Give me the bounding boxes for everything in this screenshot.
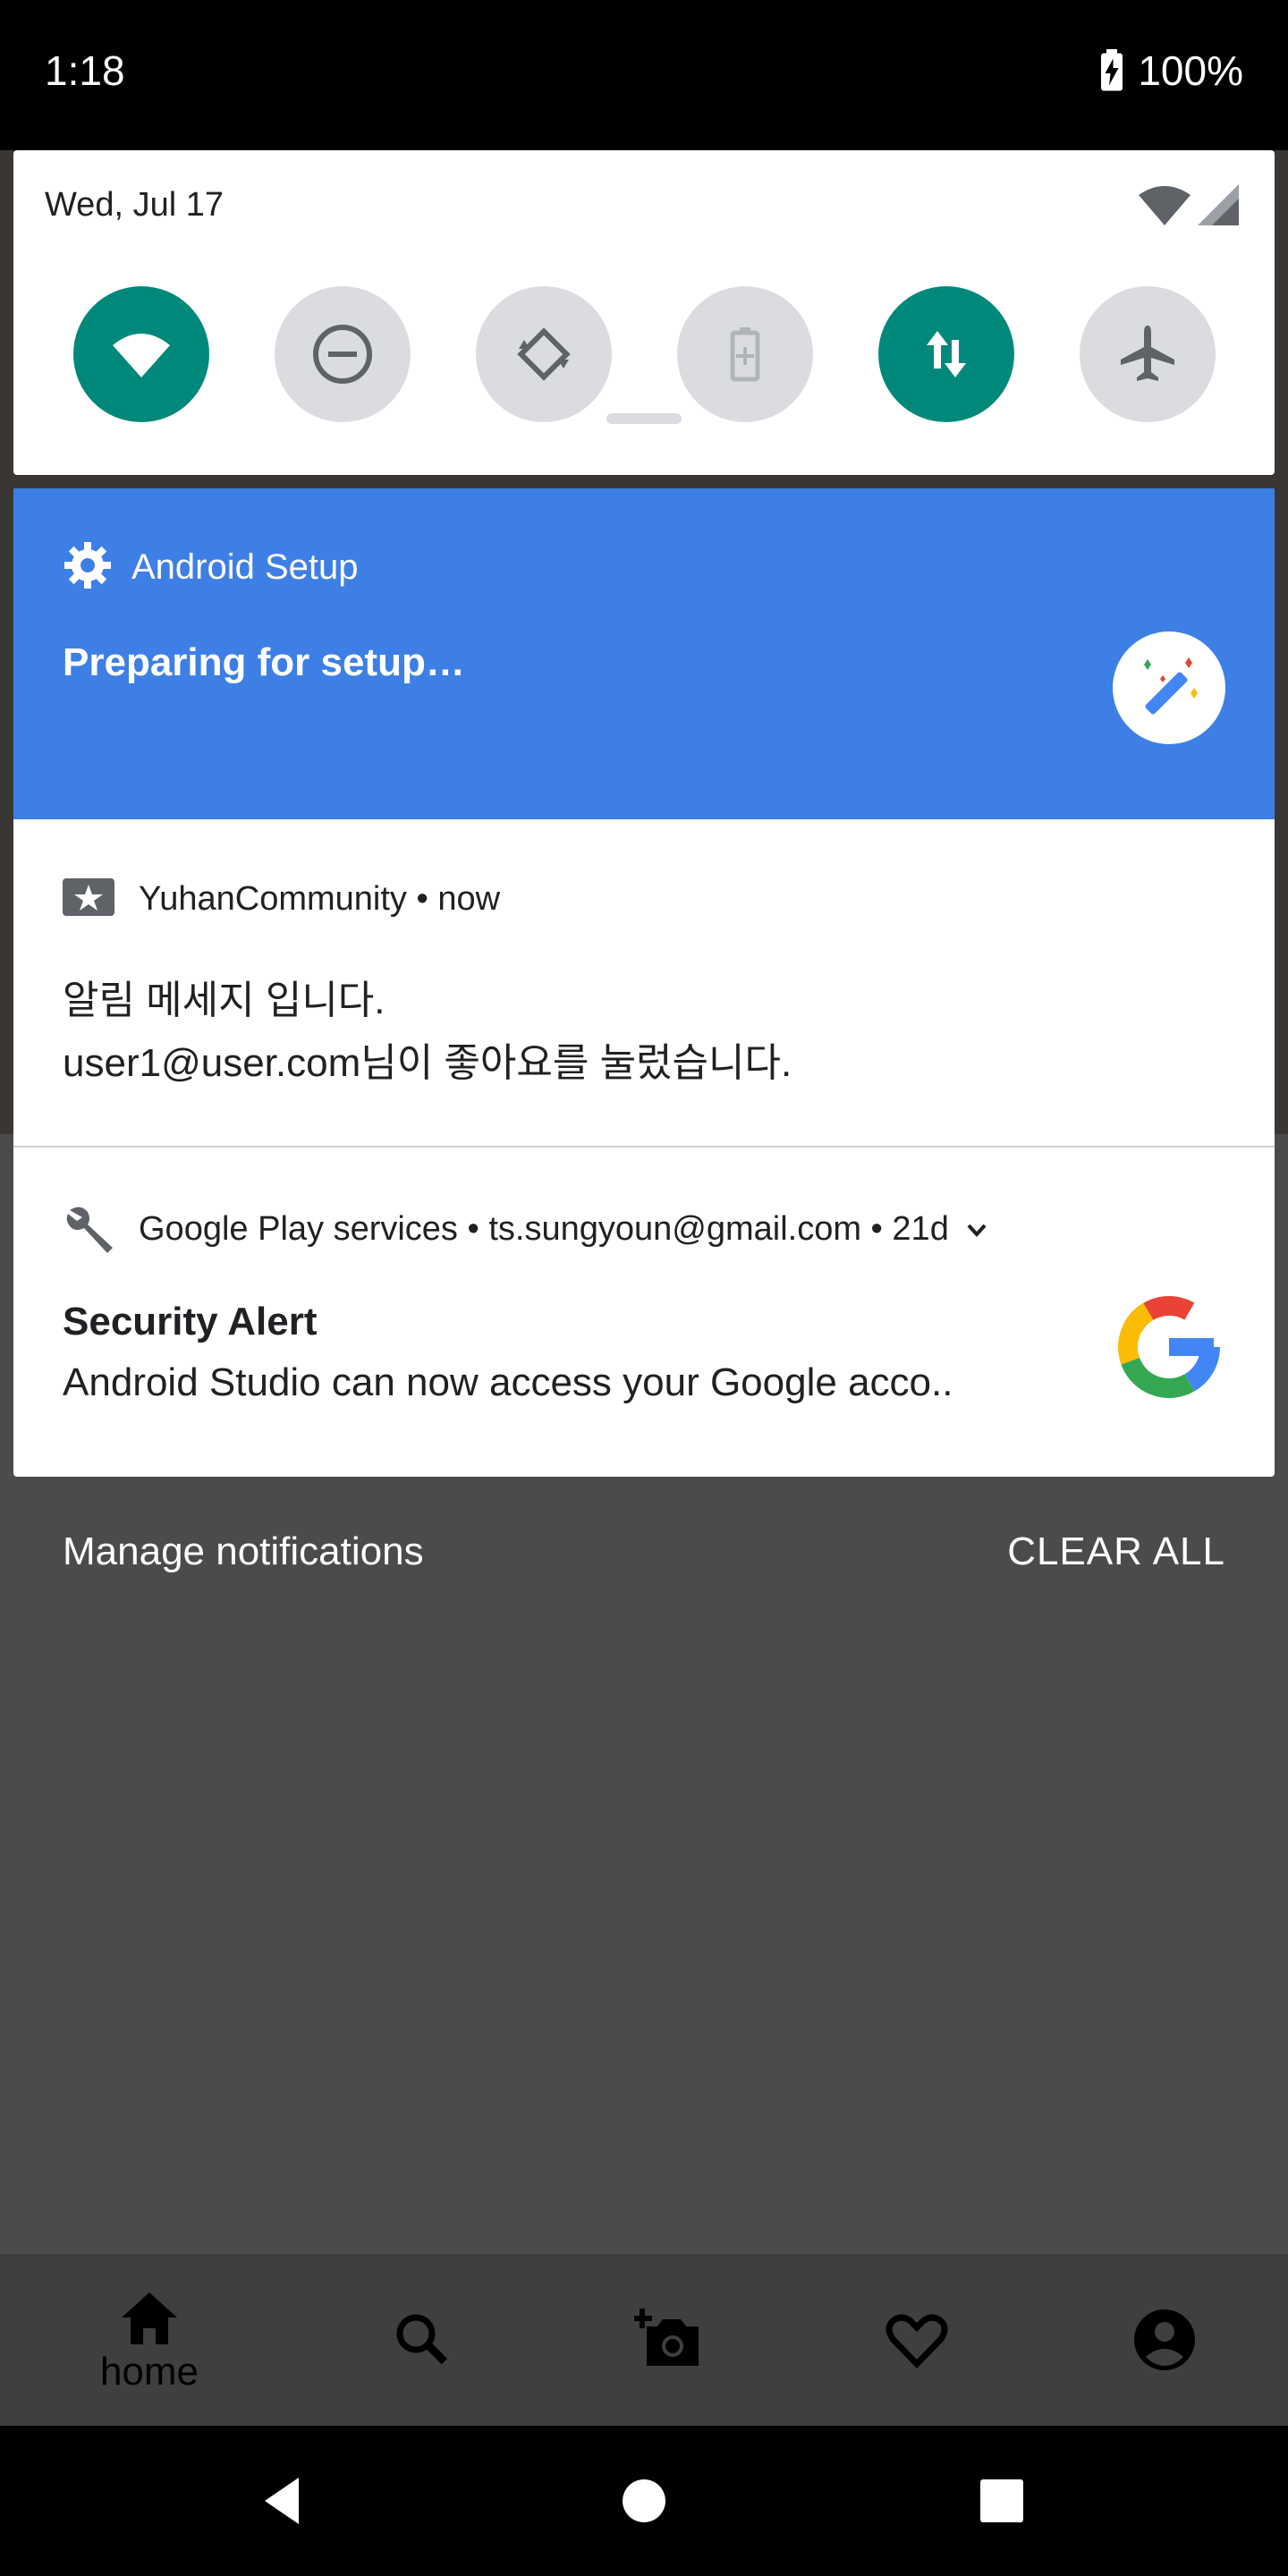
system-recents-button[interactable] <box>964 2463 1039 2538</box>
battery-status: 100% <box>1098 47 1243 95</box>
qs-drag-handle[interactable] <box>606 413 682 424</box>
clear-all-button[interactable]: CLEAR ALL <box>1007 1530 1225 1574</box>
notification-line2: user1@user.com님이 좋아요를 눌렀습니다. <box>63 1041 792 1085</box>
nav-home-label: home <box>99 2350 199 2394</box>
google-logo-icon <box>1118 1296 1220 1398</box>
notification-header-text: Google Play services • ts.sungyoun@gmail… <box>139 1210 949 1248</box>
search-icon <box>396 2314 448 2365</box>
mobile-data-icon <box>927 331 966 377</box>
airplane-mode-icon <box>1121 326 1174 381</box>
tile-battery-saver[interactable] <box>677 286 813 422</box>
status-bar: 1:18 100% <box>0 0 1288 150</box>
nav-add-photo[interactable] <box>580 2254 758 2426</box>
notification-header: Google Play services • ts.sungyoun@gmail… <box>139 1210 990 1249</box>
tile-do-not-disturb[interactable] <box>275 286 411 422</box>
account-icon <box>1134 2309 1195 2370</box>
notification-android-setup[interactable]: Android Setup Preparing for setup… <box>13 488 1275 819</box>
do-not-disturb-icon <box>313 325 372 384</box>
notification-yuhan[interactable]: YuhanCommunity • now 알림 메세지 입니다. user1@u… <box>13 819 1275 1148</box>
home-circle-icon <box>623 2479 665 2522</box>
status-time: 1:18 <box>45 47 125 94</box>
tile-airplane-mode[interactable] <box>1080 286 1216 422</box>
notification-google-play-services[interactable]: Google Play services • ts.sungyoun@gmail… <box>13 1148 1275 1477</box>
wifi-icon <box>113 334 170 377</box>
battery-charging-icon <box>1101 49 1123 91</box>
setup-wand-avatar <box>1113 631 1225 744</box>
magic-wand-icon <box>1144 657 1198 715</box>
qs-tiles <box>13 286 1275 422</box>
nav-home[interactable]: home <box>60 2254 239 2426</box>
manage-notifications-button[interactable]: Manage notifications <box>63 1530 424 1574</box>
nav-account[interactable] <box>1075 2254 1254 2426</box>
system-nav-bar <box>0 2426 1288 2576</box>
nav-search[interactable] <box>333 2254 512 2426</box>
tile-auto-rotate[interactable] <box>476 286 612 422</box>
battery-saver-icon <box>730 327 760 382</box>
gear-icon <box>64 542 111 589</box>
recents-icon <box>980 2479 1023 2522</box>
quick-settings-panel: Wed, Jul 17 <box>13 150 1275 475</box>
auto-rotate-icon <box>517 327 571 381</box>
wifi-signal-icon <box>1139 186 1191 225</box>
home-icon <box>122 2292 177 2344</box>
tile-mobile-data[interactable] <box>878 286 1014 422</box>
cell-signal-icon <box>1198 184 1239 225</box>
system-home-button[interactable] <box>606 2463 682 2538</box>
notification-app-name: Android Setup <box>131 547 359 587</box>
add-photo-icon <box>634 2309 699 2366</box>
tile-wifi[interactable] <box>73 286 209 422</box>
back-icon <box>265 2478 299 2524</box>
star-badge-icon <box>63 878 114 916</box>
app-bottom-nav: home <box>0 2254 1288 2426</box>
system-back-button[interactable] <box>249 2463 324 2538</box>
battery-percent: 100% <box>1138 47 1243 94</box>
chevron-down-icon[interactable] <box>963 1216 990 1243</box>
notification-body: Android Studio can now access your Googl… <box>63 1360 953 1404</box>
qs-date[interactable]: Wed, Jul 17 <box>45 186 224 225</box>
nav-favorites[interactable] <box>827 2254 1006 2426</box>
heart-icon <box>886 2314 948 2369</box>
notification-title: Preparing for setup… <box>63 640 465 684</box>
notification-title: Security Alert <box>63 1300 318 1343</box>
signal-indicators <box>1139 184 1239 225</box>
notification-header: YuhanCommunity • now <box>139 880 501 918</box>
wrench-icon <box>66 1207 113 1253</box>
notification-line1: 알림 메세지 입니다. <box>63 979 386 1022</box>
